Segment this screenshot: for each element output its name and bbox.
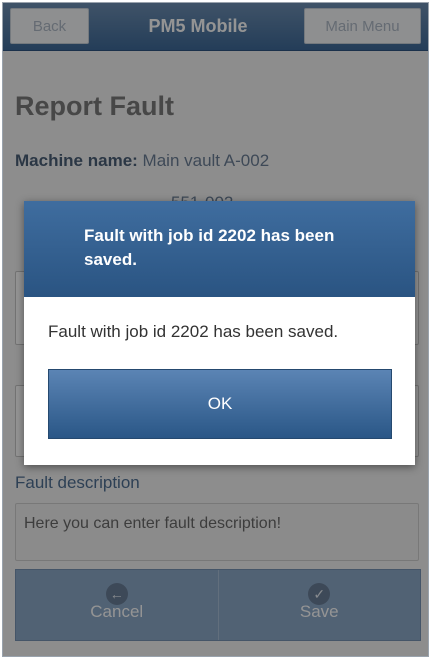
confirmation-dialog: Fault with job id 2202 has been saved. F… <box>24 201 415 465</box>
app-header: Back PM5 Mobile Main Menu <box>3 3 428 51</box>
back-arrow-icon: ← <box>105 583 128 605</box>
cancel-button[interactable]: ← Cancel <box>16 570 218 640</box>
save-label: Save <box>299 602 339 621</box>
ok-button[interactable]: OK <box>48 369 392 439</box>
back-button[interactable]: Back <box>10 8 89 44</box>
app-title: PM5 Mobile <box>148 16 248 36</box>
machine-name-line: Machine name: Main vault A-002 <box>15 151 269 171</box>
fault-description-input[interactable]: Here you can enter fault description! <box>15 503 419 561</box>
machine-name-value: Main vault A-002 <box>142 151 270 170</box>
dialog-title: Fault with job id 2202 has been saved. <box>24 201 415 297</box>
cancel-label: Cancel <box>90 602 144 621</box>
main-menu-button[interactable]: Main Menu <box>304 8 421 44</box>
dialog-message: Fault with job id 2202 has been saved. <box>48 322 339 341</box>
page-title: Report Fault <box>15 91 174 121</box>
machine-name-key: Machine name: <box>15 151 138 170</box>
app-frame: Back PM5 Mobile Main Menu Report Fault M… <box>2 2 429 657</box>
bottom-action-bar: ← Cancel ✓ Save <box>15 569 421 641</box>
fault-description-label: Fault description <box>15 473 140 492</box>
save-button[interactable]: ✓ Save <box>217 570 421 640</box>
